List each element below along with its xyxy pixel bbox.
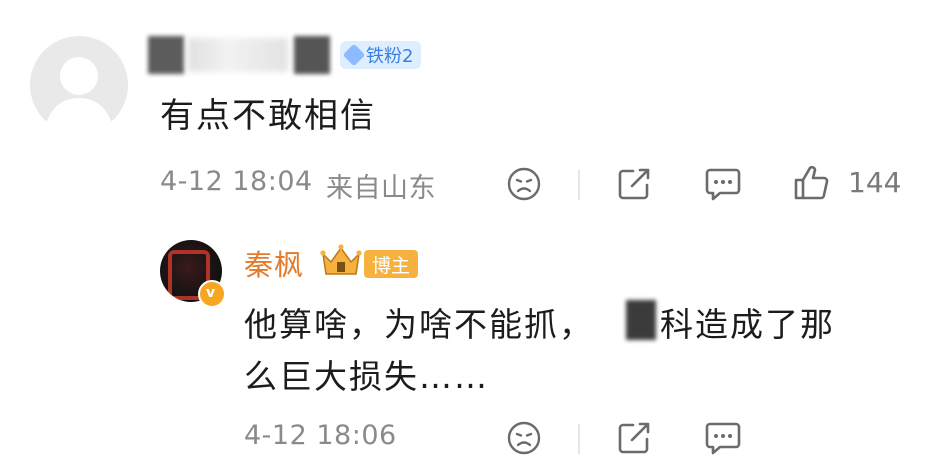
like-icon[interactable] xyxy=(792,164,830,202)
share-icon[interactable] xyxy=(616,420,652,456)
crown-icon xyxy=(320,244,362,275)
blogger-badge: 博主 xyxy=(364,250,419,278)
reply-author-name[interactable]: 秦枫 xyxy=(244,242,304,284)
share-icon[interactable] xyxy=(616,166,652,202)
comment-icon[interactable] xyxy=(704,420,742,456)
username-redacted xyxy=(188,38,288,72)
username-redacted xyxy=(148,36,184,74)
divider xyxy=(578,424,580,454)
reply-timestamp: 4-12 18:06 xyxy=(244,420,397,451)
dislike-icon[interactable] xyxy=(506,420,542,456)
verified-badge-icon: v xyxy=(198,280,226,308)
like-count: 144 xyxy=(848,166,902,199)
redacted-text xyxy=(626,300,656,340)
reply-text-line-1a: 他算啥，为啥不能抓， xyxy=(244,305,594,344)
username-redacted xyxy=(294,36,330,74)
dislike-icon[interactable] xyxy=(506,166,542,202)
default-avatar-icon xyxy=(44,57,114,134)
fan-badge-label: 铁粉2 xyxy=(366,46,414,67)
reply-text-line-1b: 科造成了那 xyxy=(660,305,835,344)
comment-location: 来自山东 xyxy=(326,173,436,204)
divider xyxy=(578,170,580,200)
fan-level-badge[interactable]: 铁粉2 xyxy=(340,41,422,69)
diamond-icon xyxy=(342,43,366,67)
reply-text-line-2: 么巨大损失…… xyxy=(244,357,489,396)
comment-text: 有点不敢相信 xyxy=(160,96,376,136)
comment-icon[interactable] xyxy=(704,166,742,202)
comment-timestamp: 4-12 18:04 xyxy=(160,166,313,197)
avatar[interactable] xyxy=(30,36,128,134)
